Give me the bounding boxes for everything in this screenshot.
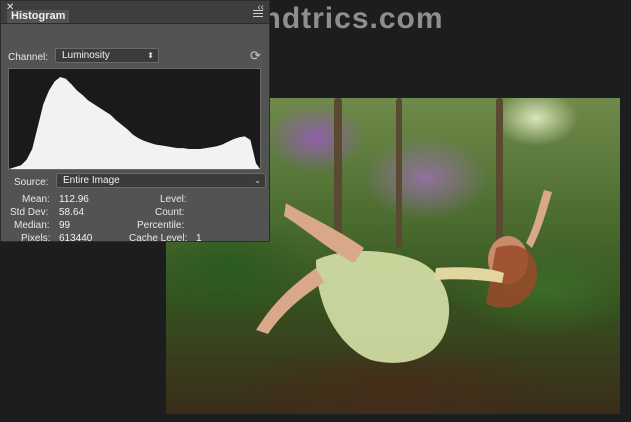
source-label: Source: xyxy=(14,177,49,188)
tab-histogram[interactable]: Histogram xyxy=(7,10,70,23)
stddev-value: 58.64 xyxy=(59,207,85,218)
percentile-label: Percentile: xyxy=(137,220,185,231)
channel-select[interactable]: Luminosity ⬍ xyxy=(55,48,159,63)
mean-label: Mean: xyxy=(22,194,50,205)
refresh-icon[interactable]: ⟳ xyxy=(250,48,261,64)
histogram-plot xyxy=(9,77,260,169)
cache-level-value: 1 xyxy=(196,233,202,244)
histogram-panel: ✕ ‹‹ Histogram Channel: Luminosity ⬍ ⟳ S… xyxy=(0,0,270,244)
panel-menu-icon[interactable] xyxy=(253,10,263,19)
channel-select-value: Luminosity xyxy=(62,50,110,61)
pixels-value: 613440 xyxy=(59,233,93,244)
mean-value: 112.96 xyxy=(59,194,89,205)
panel-header: ✕ ‹‹ Histogram xyxy=(1,1,269,24)
median-label: Median: xyxy=(14,220,50,231)
chevron-down-icon: ⌄ xyxy=(254,176,261,185)
chevron-updown-icon: ⬍ xyxy=(147,51,154,60)
median-value: 99 xyxy=(59,220,71,231)
level-label: Level: xyxy=(160,194,187,205)
channel-label: Channel: xyxy=(8,52,49,63)
source-select-value: Entire Image xyxy=(63,175,120,186)
count-label: Count: xyxy=(155,207,185,218)
cache-level-label: Cache Level: xyxy=(129,233,188,244)
histogram-graph xyxy=(8,68,261,170)
source-select[interactable]: Entire Image ⌄ xyxy=(56,173,266,188)
pixels-label: Pixels: xyxy=(21,233,51,244)
stddev-label: Std Dev: xyxy=(10,207,49,218)
histogram-area xyxy=(9,77,260,169)
